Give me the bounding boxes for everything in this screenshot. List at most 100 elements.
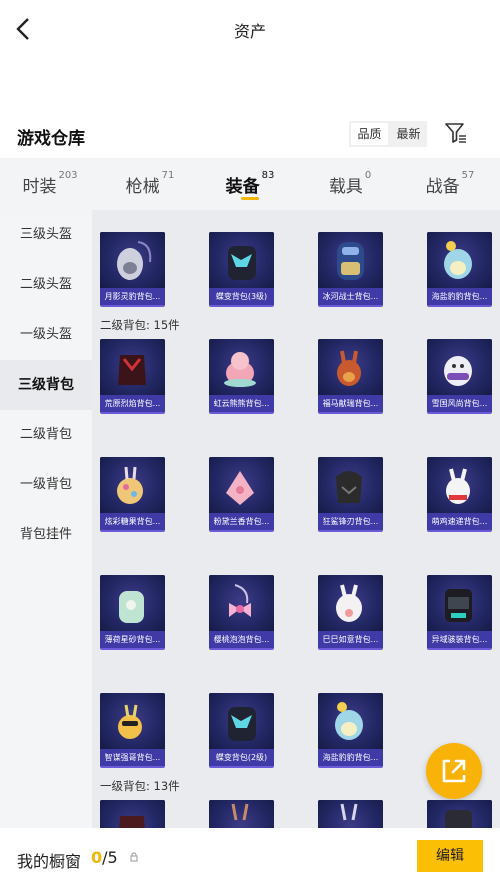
tab-equipment[interactable]: 装备83 [200,158,300,210]
item-name: 虹云熊熊背包... [209,395,274,412]
wardrobe-total-count: /5 [102,848,118,867]
item-card[interactable]: 智谋强哥背包... [100,693,165,768]
sidebar-item-helmet-lv2[interactable]: 二级头盔 [0,260,92,310]
item-name: 月影灵豹背包... [100,288,165,305]
item-name: 智谋强哥背包... [100,749,165,766]
backpack-image [318,339,383,397]
sidebar-item-backpack-lv3[interactable]: 三级背包 [0,360,92,410]
tab-gear[interactable]: 战备57 [400,158,500,210]
tab-label: 枪械 [125,177,160,197]
backpack-image [100,457,165,515]
item-name: 异域骇装背包... [427,631,492,648]
item-card[interactable]: 雪国风尚背包... [427,339,492,414]
wardrobe-count: 0/5 [91,848,118,867]
sidebar-item-backpack-lv2[interactable]: 二级背包 [0,410,92,460]
warehouse-header: 游戏仓库 品质 最新 [0,110,500,158]
backpack-image [427,339,492,397]
tab-weapons[interactable]: 枪械71 [100,158,200,210]
item-name: 薄荷星砂背包... [100,631,165,648]
item-name: 樱桃泡泡背包... [209,631,274,648]
item-card[interactable] [209,800,274,828]
sidebar: 三级头盔 二级头盔 一级头盔 三级背包 二级背包 一级背包 背包挂件 [0,210,92,828]
item-card[interactable]: 荒原烈焰背包... [100,339,165,414]
backpack-image [427,457,492,515]
sidebar-item-backpack-lv1[interactable]: 一级背包 [0,460,92,510]
tab-count: 203 [58,170,78,181]
backpack-image [209,575,274,633]
edit-button[interactable]: 编辑 [417,840,483,872]
backpack-image [209,693,274,751]
tab-count: 83 [261,170,275,181]
active-tab-indicator [241,197,259,200]
backpack-image [209,339,274,397]
tab-fashion[interactable]: 时装203 [0,158,100,210]
item-card[interactable]: 月影灵豹背包... [100,232,165,307]
sort-quality-button[interactable]: 品质 [351,123,388,145]
wardrobe-label: 我的橱窗 [17,852,82,871]
item-name: 冰河战士背包... [318,288,383,305]
item-card[interactable]: 冰河战士背包... [318,232,383,307]
item-card[interactable] [100,800,165,828]
item-card[interactable]: 炫彩糖果背包... [100,457,165,532]
tab-count: 57 [461,170,475,181]
item-card[interactable]: 海盐豹豹背包... [318,693,383,768]
category-tabs: 时装203 枪械71 装备83 载具0 战备57 [0,158,500,210]
item-grid: 月影灵豹背包... 蝶变背包(3级) 冰河战士背包... 海盐豹豹背包... 二… [92,210,500,828]
tab-count: 0 [364,170,372,181]
item-name: 蝶变背包(2级) [209,749,274,766]
backpack-image [209,457,274,515]
tab-label: 时装 [22,177,57,197]
backpack-image [100,575,165,633]
backpack-image [318,800,383,828]
tab-vehicles[interactable]: 载具0 [300,158,400,210]
tab-count: 71 [161,170,175,181]
item-card[interactable]: 异域骇装背包... [427,575,492,650]
sort-toggle: 品质 最新 [349,121,427,147]
item-name: 福马献瑞背包... [318,395,383,412]
backpack-image [100,339,165,397]
group-label-backpack-lv2: 二级背包: 15件 [100,318,180,332]
item-card[interactable]: 海盐豹豹背包... [427,232,492,307]
item-name: 萌鸡速递背包... [427,513,492,530]
backpack-image [427,232,492,290]
item-card[interactable]: 蝶变背包(2级) [209,693,274,768]
tab-label: 载具 [328,177,363,197]
backpack-image [318,575,383,633]
item-card[interactable]: 粉黛兰香背包... [209,457,274,532]
item-card[interactable] [318,800,383,828]
sidebar-item-backpack-charm[interactable]: 背包挂件 [0,510,92,560]
item-name: 海盐豹豹背包... [427,288,492,305]
backpack-image [427,575,492,633]
item-card[interactable]: 狂鲨锋刃背包... [318,457,383,532]
backpack-image [209,232,274,290]
item-card[interactable]: 薄荷星砂背包... [100,575,165,650]
backpack-image [100,232,165,290]
item-name: 炫彩糖果背包... [100,513,165,530]
share-button[interactable] [426,743,482,799]
item-name: 蝶变背包(3级) [209,288,274,305]
backpack-image [209,800,274,828]
backpack-image [318,693,383,751]
item-name: 雪国风尚背包... [427,395,492,412]
backpack-image [318,457,383,515]
backpack-image [100,800,165,828]
backpack-image [427,800,492,828]
item-card[interactable]: 樱桃泡泡背包... [209,575,274,650]
tab-label: 装备 [225,177,260,197]
item-card[interactable]: 虹云熊熊背包... [209,339,274,414]
filter-icon[interactable] [444,122,468,144]
item-card[interactable]: 萌鸡速递背包... [427,457,492,532]
wardrobe-used-count: 0 [91,848,103,867]
lock-icon [130,852,138,862]
item-name: 巳巳如意背包... [318,631,383,648]
item-card[interactable]: 福马献瑞背包... [318,339,383,414]
group-label-backpack-lv1: 一级背包: 13件 [100,779,180,793]
sort-latest-button[interactable]: 最新 [390,121,427,147]
backpack-image [318,232,383,290]
item-card[interactable]: 巳巳如意背包... [318,575,383,650]
item-name: 海盐豹豹背包... [318,749,383,766]
sidebar-item-helmet-lv1[interactable]: 一级头盔 [0,310,92,360]
item-card[interactable] [427,800,492,828]
item-card[interactable]: 蝶变背包(3级) [209,232,274,307]
sidebar-item-helmet-lv3[interactable]: 三级头盔 [0,210,92,260]
